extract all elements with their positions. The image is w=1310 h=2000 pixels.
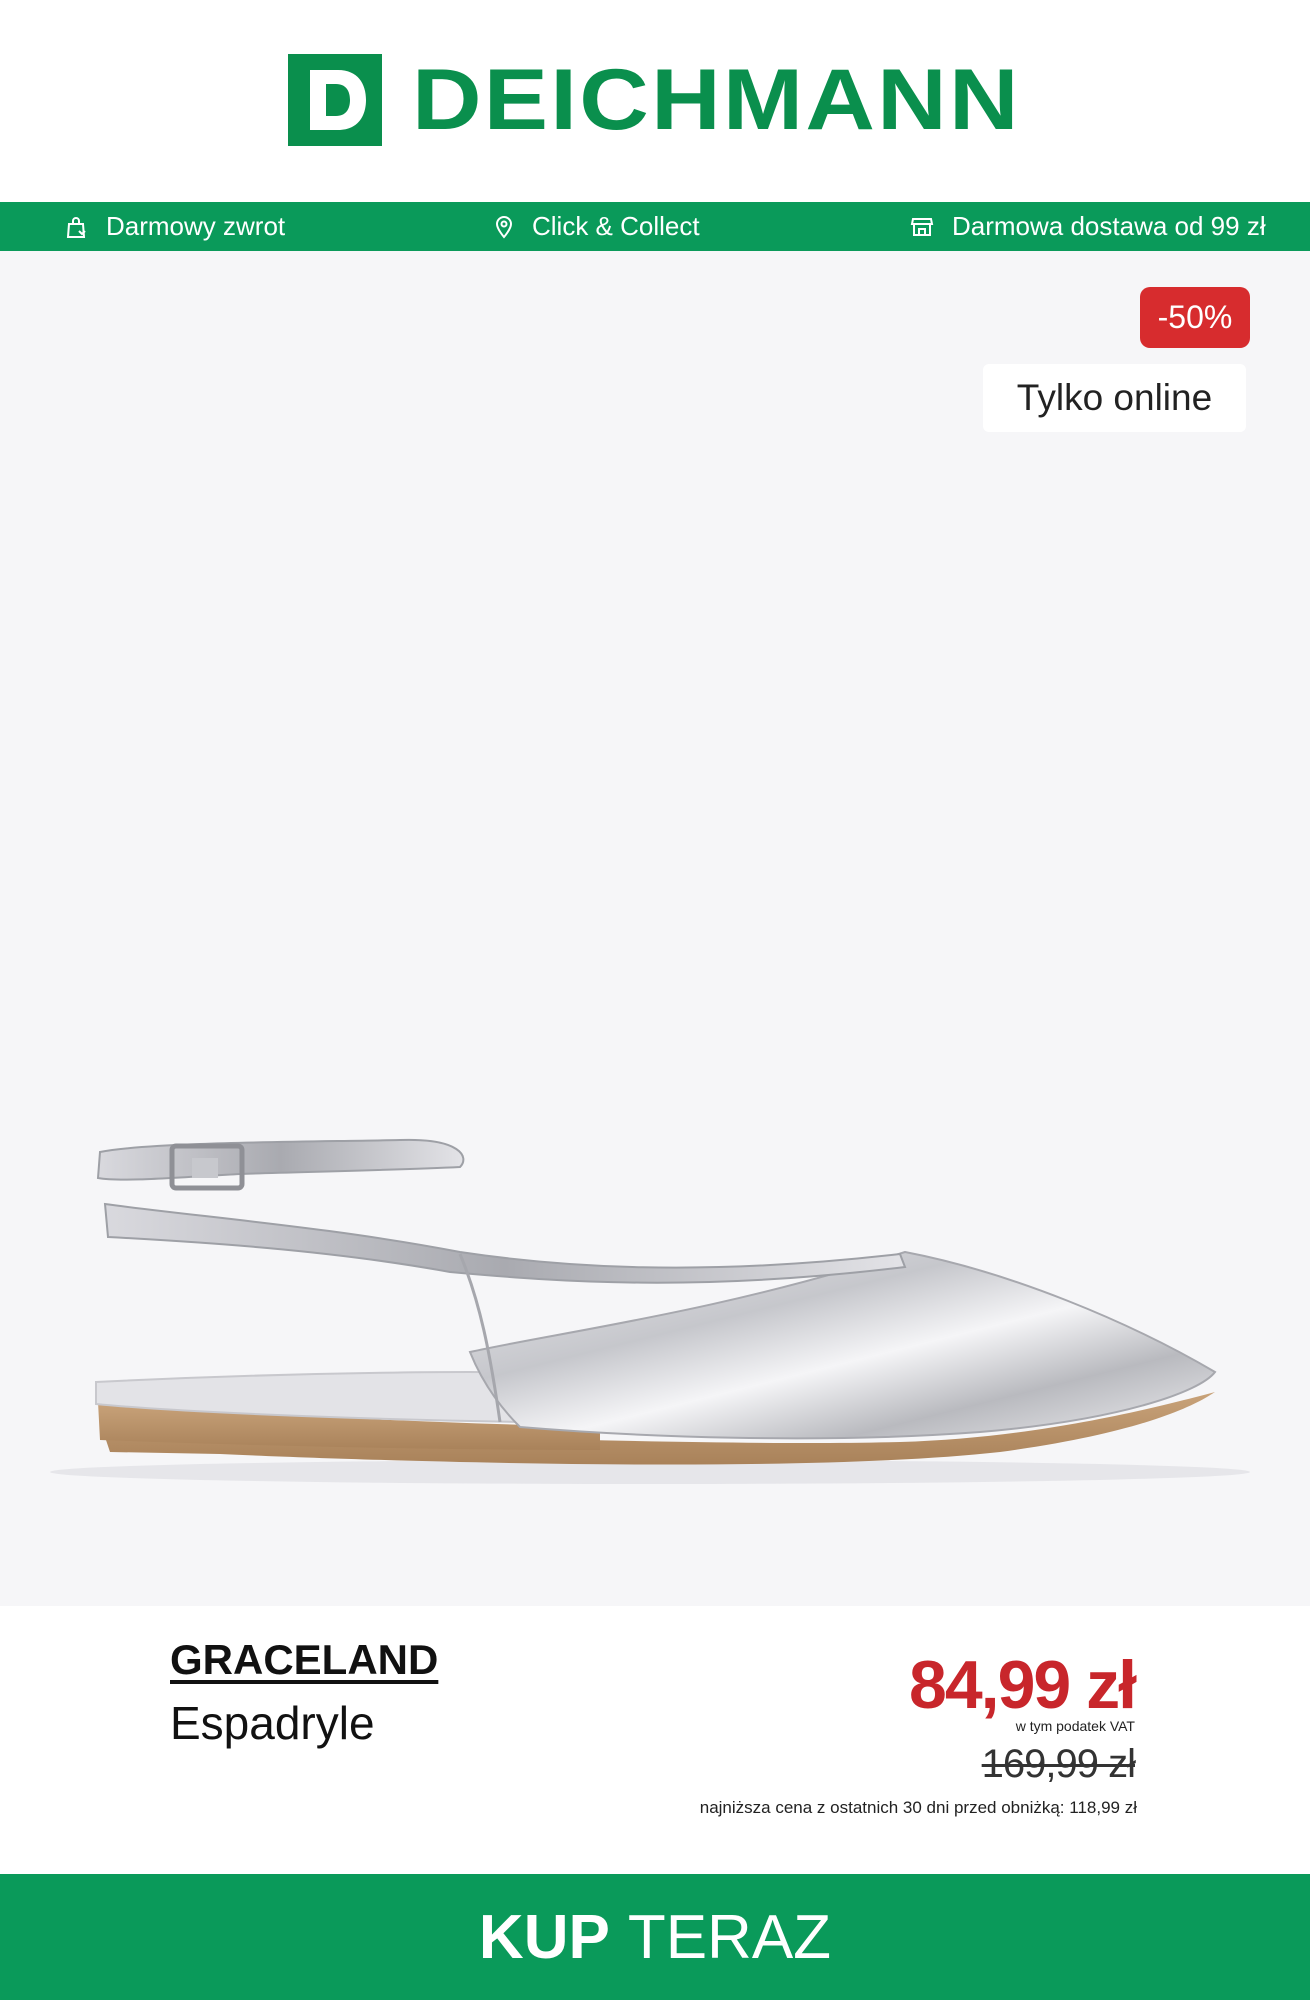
product-image-area[interactable]: -50% Tylko online <box>0 251 1310 1606</box>
store-icon <box>910 215 934 239</box>
return-bag-icon <box>66 215 88 239</box>
product-info: GRACELAND Espadryle 84,99 zł w tym podat… <box>0 1606 1310 1874</box>
logo-d-mark <box>288 54 382 146</box>
usp-label: Click & Collect <box>532 211 700 241</box>
product-image-shoe <box>50 1138 1250 1484</box>
product-category: Espadryle <box>170 1697 375 1749</box>
header: DEICHMANN <box>0 0 1310 202</box>
vat-note: w tym podatek VAT <box>1015 1718 1135 1734</box>
discount-badge: -50% <box>1140 287 1250 348</box>
online-only-badge: Tylko online <box>983 364 1246 432</box>
usp-free-delivery[interactable]: Darmowa dostawa od 99 zł <box>910 202 1266 251</box>
buy-now-button[interactable]: KUP TERAZ <box>0 1874 1310 2000</box>
lowest-price-note: najniższa cena z ostatnich 30 dni przed … <box>699 1798 1137 1817</box>
usp-bar: Darmowy zwrot Click & Collect Darmowa do… <box>0 202 1310 251</box>
usp-label: Darmowy zwrot <box>106 211 286 241</box>
location-pin-icon <box>494 215 514 239</box>
cta-bold-text: KUP <box>478 1902 610 1972</box>
current-price: 84,99 zł <box>909 1647 1137 1723</box>
old-price: 169,99 zł <box>981 1742 1136 1786</box>
usp-free-returns[interactable]: Darmowy zwrot <box>66 202 285 251</box>
product-brand-link[interactable]: GRACELAND <box>170 1636 438 1684</box>
deichmann-logo[interactable]: DEICHMANN <box>288 54 1019 146</box>
logo-wordmark: DEICHMANN <box>412 52 1021 148</box>
cta-text: TERAZ <box>627 1902 832 1972</box>
usp-label: Darmowa dostawa od 99 zł <box>952 211 1266 241</box>
usp-click-collect[interactable]: Click & Collect <box>494 202 700 251</box>
